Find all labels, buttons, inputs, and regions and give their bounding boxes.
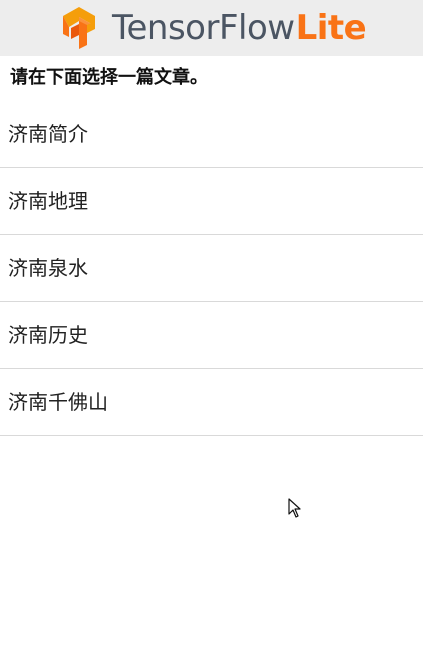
- article-selection-instruction: 请在下面选择一篇文章。: [10, 67, 208, 88]
- article-item-qianfoshan[interactable]: 济南千佛山: [0, 369, 423, 436]
- brand-wordmark: TensorFlow Lite: [112, 8, 367, 48]
- app-logo: TensorFlow Lite: [60, 6, 367, 50]
- article-item-springs[interactable]: 济南泉水: [0, 235, 423, 302]
- article-list: 济南简介 济南地理 济南泉水 济南历史 济南千佛山: [0, 101, 423, 436]
- mouse-pointer: [288, 498, 302, 518]
- app-header: TensorFlow Lite: [0, 0, 423, 56]
- tensorflow-logo-icon: [63, 7, 95, 49]
- mouse-pointer-icon: [288, 498, 301, 518]
- brand-accent-text: Lite: [295, 8, 367, 48]
- brand-main-text: TensorFlow: [112, 8, 295, 48]
- article-item-label: 济南简介: [8, 122, 88, 146]
- article-item-geography[interactable]: 济南地理: [0, 168, 423, 235]
- article-item-label: 济南历史: [8, 323, 88, 347]
- article-item-introduction[interactable]: 济南简介: [0, 101, 423, 168]
- article-item-label: 济南泉水: [8, 256, 88, 280]
- article-item-label: 济南地理: [8, 189, 88, 213]
- article-item-label: 济南千佛山: [8, 390, 108, 414]
- article-item-history[interactable]: 济南历史: [0, 302, 423, 369]
